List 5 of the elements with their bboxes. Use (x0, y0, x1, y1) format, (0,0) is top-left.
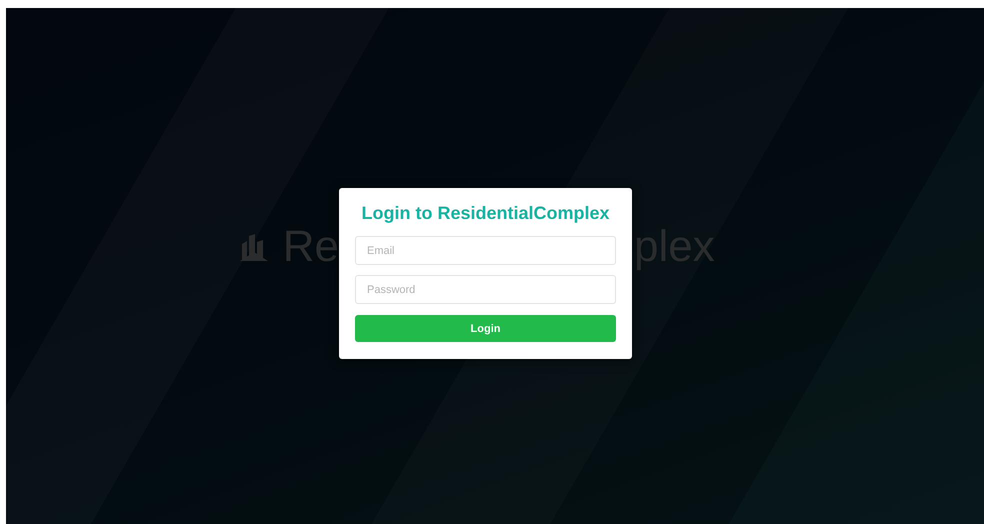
login-button[interactable]: Login (355, 315, 616, 342)
dialog-title: Login to ResidentialComplex (360, 203, 611, 224)
buildings-icon (238, 232, 269, 262)
password-field[interactable]: Password (355, 275, 616, 304)
email-field[interactable]: Email (355, 236, 616, 265)
